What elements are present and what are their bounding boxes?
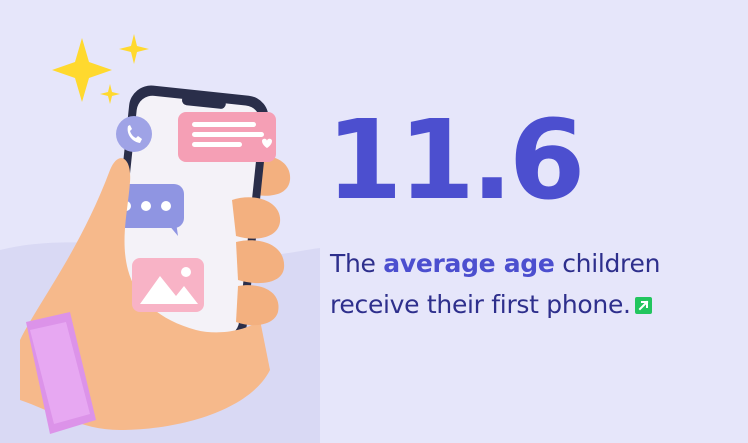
message-bubble-icon	[178, 112, 276, 162]
hand-holding-phone-illustration	[0, 34, 320, 443]
stat-caption: The average age children receive their f…	[330, 243, 748, 325]
external-link-icon[interactable]	[634, 297, 652, 314]
stat-value: 11.6	[326, 96, 585, 224]
caption-highlight: average age	[383, 249, 555, 278]
image-icon	[132, 258, 204, 312]
stat-card: 11.6 The average age children receive th…	[0, 0, 748, 443]
caption-text-start: The	[330, 249, 384, 278]
call-icon	[116, 116, 152, 152]
